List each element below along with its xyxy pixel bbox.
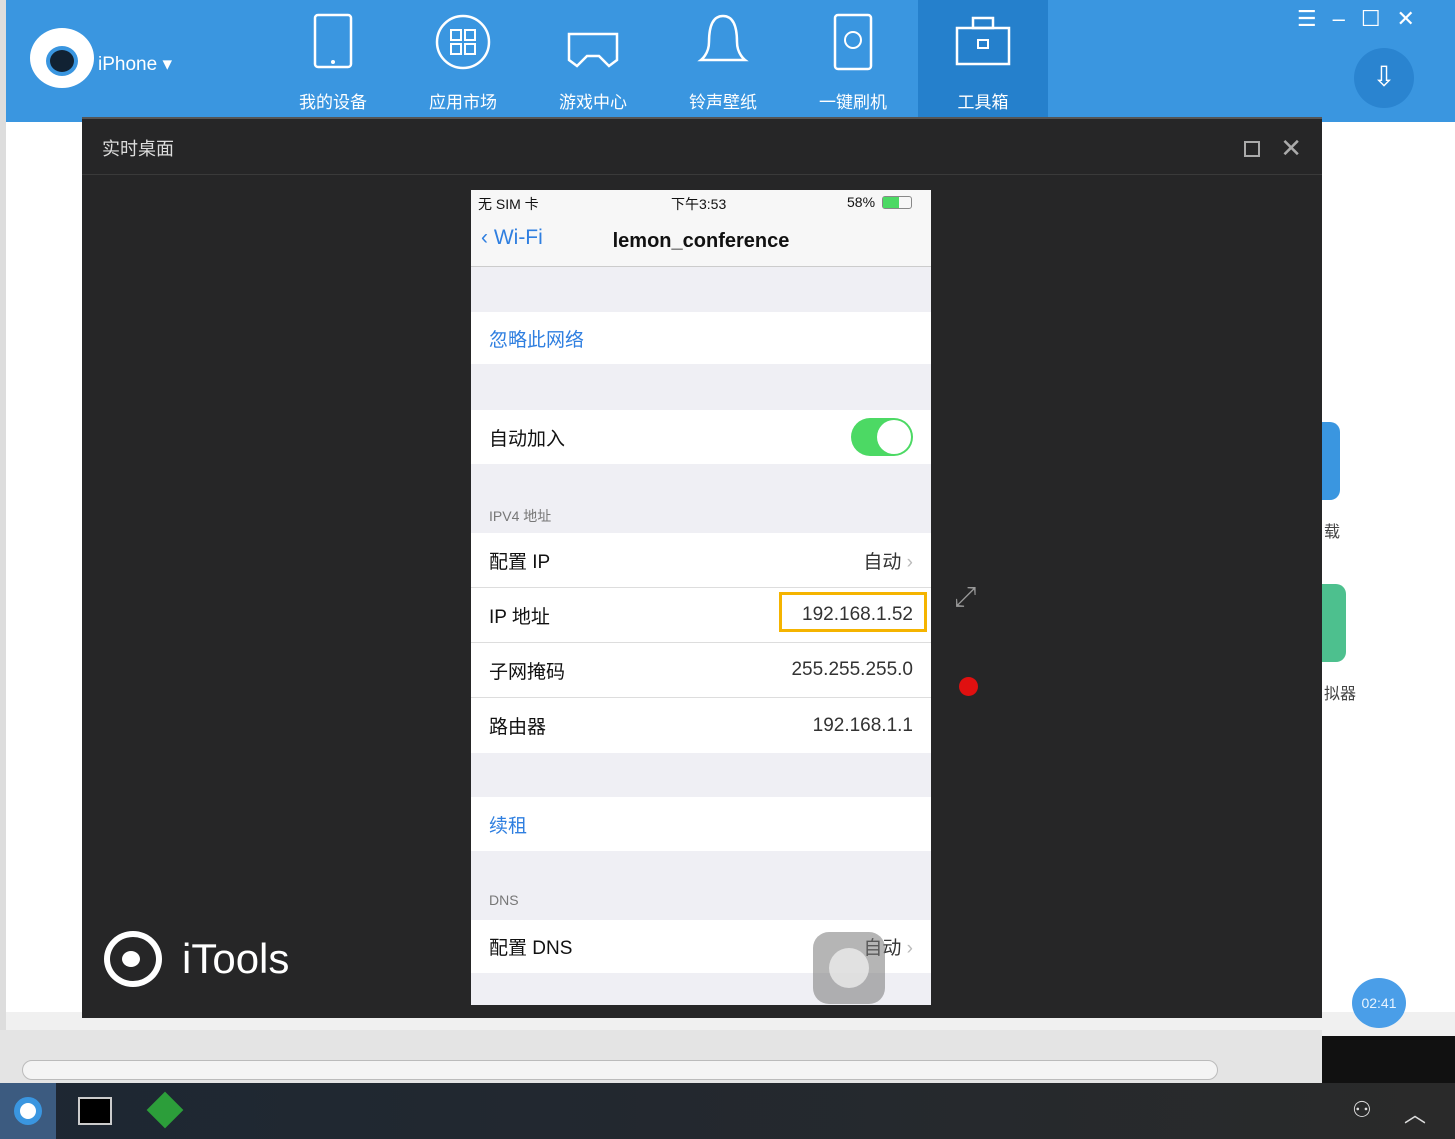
- phone-screen[interactable]: 无 SIM 卡 下午3:53 58% ‹ Wi-Fi lemon_confere…: [471, 190, 931, 1005]
- live-desktop-dialog: 实时桌面 ✕ ⤢ iTools 无 SIM 卡 下午3:53 58% ‹ Wi-…: [82, 117, 1322, 1018]
- auto-join-row: 自动加入: [471, 410, 931, 464]
- nav-tab[interactable]: 一键刷机: [788, 0, 918, 118]
- carrier-status: 无 SIM 卡: [478, 196, 539, 212]
- tool-icon[interactable]: [1322, 584, 1346, 662]
- people-icon[interactable]: ⚇: [1352, 1097, 1372, 1123]
- row-label: IP 地址: [489, 606, 550, 628]
- assistive-touch-button[interactable]: [813, 932, 885, 1004]
- row-value: 255.255.255.0: [791, 659, 913, 680]
- taskbar: ⚇ ︿: [0, 1083, 1455, 1139]
- nav-tab[interactable]: 游戏中心: [528, 0, 658, 118]
- maximize-button[interactable]: [1244, 141, 1260, 157]
- itools-logo-icon: [30, 28, 94, 88]
- tablet-icon: [313, 13, 353, 69]
- timer-badge: 02:41: [1352, 978, 1406, 1028]
- ipv4-row[interactable]: 配置 IP 自动 ›: [471, 533, 931, 588]
- tool-label: 载: [1324, 524, 1341, 541]
- auto-join-label: 自动加入: [489, 428, 566, 450]
- nav-tab-label: 一键刷机: [819, 93, 887, 112]
- ipv4-row: 子网掩码 255.255.255.0: [471, 643, 931, 698]
- toolbox-icon: [955, 16, 1011, 66]
- auto-join-toggle[interactable]: [851, 418, 913, 456]
- scrollbar-thumb[interactable]: [22, 1060, 1218, 1080]
- clock: 下午3:53: [671, 196, 727, 212]
- apps-icon: [435, 14, 491, 70]
- nav-tab-label: 游戏中心: [559, 93, 627, 112]
- nav-tab-label: 我的设备: [299, 93, 367, 112]
- itools-logo: iTools: [104, 931, 289, 987]
- dialog-title: 实时桌面: [82, 119, 1322, 175]
- row-value: 自动 ›: [863, 551, 913, 573]
- nav-tab[interactable]: 我的设备: [268, 0, 398, 118]
- fullscreen-icon[interactable]: ⤢: [954, 581, 976, 614]
- network-name: lemon_conference: [612, 230, 790, 252]
- nav-tab[interactable]: 铃声壁纸: [658, 0, 788, 118]
- taskbar-app-icon[interactable]: [146, 1091, 184, 1129]
- background-area: [1322, 1036, 1455, 1083]
- tool-label: 拟器: [1324, 686, 1357, 703]
- forget-label: 忽略此网络: [489, 329, 585, 351]
- flash-icon: [833, 13, 873, 71]
- row-label: 配置 IP: [489, 551, 551, 573]
- nav-tab[interactable]: 工具箱: [918, 0, 1048, 118]
- row-label: 配置 DNS: [489, 938, 573, 959]
- horizontal-scrollbar[interactable]: [0, 1030, 1322, 1083]
- chevron-up-icon[interactable]: ︿: [1404, 1097, 1426, 1129]
- taskbar-itools-icon[interactable]: [0, 1083, 56, 1139]
- battery-percent: 58%: [847, 194, 876, 210]
- nav-tab-label: 应用市场: [429, 93, 497, 112]
- row-label: 路由器: [489, 717, 547, 738]
- dns-header: DNS: [489, 892, 519, 908]
- close-button[interactable]: ✕: [1280, 133, 1302, 164]
- nav-title: lemon_conference: [471, 230, 931, 253]
- row-label: 子网掩码: [489, 661, 566, 683]
- taskbar-terminal-icon[interactable]: [78, 1097, 112, 1125]
- logo-text: iTools: [182, 935, 290, 982]
- tool-icon[interactable]: [1322, 422, 1340, 500]
- renew-label: 续租: [489, 815, 528, 837]
- bell-icon: [697, 14, 749, 62]
- forget-network-button[interactable]: 忽略此网络: [471, 312, 931, 364]
- record-indicator: [959, 677, 978, 696]
- ipv4-header: IPV4 地址: [489, 508, 552, 524]
- window-controls[interactable]: ☰–☐✕: [1297, 6, 1431, 32]
- nav-tab[interactable]: 应用市场: [398, 0, 528, 118]
- device-selector[interactable]: iPhone ▾: [98, 53, 172, 76]
- gamepad-icon: [567, 32, 619, 68]
- ipv4-row: 路由器 192.168.1.1: [471, 698, 931, 753]
- row-value: 192.168.1.1: [812, 714, 913, 736]
- nav-tab-label: 工具箱: [957, 93, 1009, 112]
- nav-tab-label: 铃声壁纸: [689, 93, 757, 112]
- download-button[interactable]: ⇩: [1354, 48, 1414, 108]
- battery-icon: [882, 196, 912, 209]
- ip-highlight-box: [779, 592, 927, 632]
- renew-lease-button[interactable]: 续租: [471, 797, 931, 851]
- top-toolbar: iPhone ▾ 我的设备 应用市场 游戏中心 铃声壁纸 一键刷机 工具箱 ☰–☐✕ ⇩: [6, 0, 1455, 122]
